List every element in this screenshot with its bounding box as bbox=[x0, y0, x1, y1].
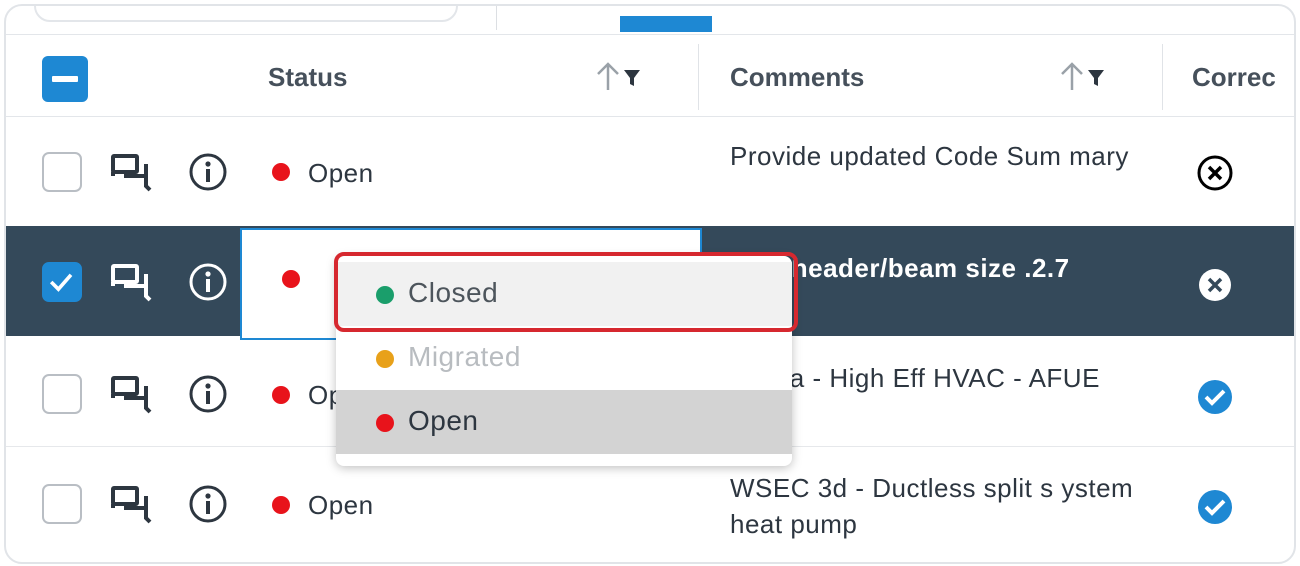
status-column-header[interactable]: Status bbox=[268, 62, 347, 93]
table-row[interactable]: Open Provide updated Code Sum mary bbox=[6, 116, 1294, 227]
row-checkbox[interactable] bbox=[42, 374, 82, 414]
status-value[interactable]: Open bbox=[308, 158, 374, 189]
comment-text: Provide updated Code Sum mary bbox=[730, 141, 1129, 171]
comments-icon[interactable] bbox=[110, 262, 152, 302]
x-circle-icon[interactable] bbox=[1196, 266, 1234, 304]
status-dot-open bbox=[376, 414, 394, 432]
info-icon[interactable] bbox=[188, 484, 228, 524]
table-toolbar bbox=[6, 6, 1294, 35]
filter-icon[interactable] bbox=[620, 60, 644, 94]
check-circle-icon[interactable] bbox=[1196, 488, 1234, 526]
check-circle-icon[interactable] bbox=[1196, 378, 1234, 416]
status-option-open[interactable]: Open bbox=[336, 390, 792, 454]
comments-icon[interactable] bbox=[110, 152, 152, 192]
comment-text: EC 3a - High Eff HVAC - AFUE bbox=[730, 363, 1100, 393]
status-dot-open bbox=[272, 163, 290, 181]
comment-text: WSEC 3d - Ductless split s ystem heat pu… bbox=[730, 473, 1134, 539]
comments-icon[interactable] bbox=[110, 374, 152, 414]
horizontal-scrollbar-thumb[interactable] bbox=[620, 16, 712, 32]
corrections-column-header[interactable]: Correc bbox=[1192, 62, 1276, 93]
status-dot-open bbox=[282, 270, 300, 288]
select-all-checkbox[interactable] bbox=[42, 56, 88, 102]
row-checkbox-checked[interactable] bbox=[42, 262, 82, 302]
toolbar-divider bbox=[496, 6, 497, 30]
table-header: Status Comments Correc bbox=[6, 36, 1294, 117]
column-separator[interactable] bbox=[698, 44, 699, 110]
info-icon[interactable] bbox=[188, 374, 228, 414]
status-option-migrated[interactable]: Migrated bbox=[336, 326, 792, 390]
info-icon[interactable] bbox=[188, 152, 228, 192]
x-circle-icon[interactable] bbox=[1196, 154, 1234, 192]
option-label: Migrated bbox=[408, 341, 521, 372]
row-checkbox[interactable] bbox=[42, 484, 82, 524]
info-icon[interactable] bbox=[188, 262, 228, 302]
filter-icon[interactable] bbox=[1084, 60, 1108, 94]
option-label: Open bbox=[408, 405, 479, 436]
highlight-annotation bbox=[334, 252, 798, 332]
row-checkbox[interactable] bbox=[42, 152, 82, 192]
status-dot-migrated bbox=[376, 350, 394, 368]
status-dot-open bbox=[272, 386, 290, 404]
comments-icon[interactable] bbox=[110, 484, 152, 524]
status-dot-open bbox=[272, 496, 290, 514]
column-separator[interactable] bbox=[1162, 44, 1163, 110]
checkmark-icon bbox=[49, 273, 73, 292]
comments-column-header[interactable]: Comments bbox=[730, 62, 864, 93]
search-field[interactable] bbox=[34, 6, 458, 22]
issues-table: Status Comments Correc Open Provide upda… bbox=[4, 4, 1296, 564]
status-value[interactable]: Open bbox=[308, 490, 374, 521]
